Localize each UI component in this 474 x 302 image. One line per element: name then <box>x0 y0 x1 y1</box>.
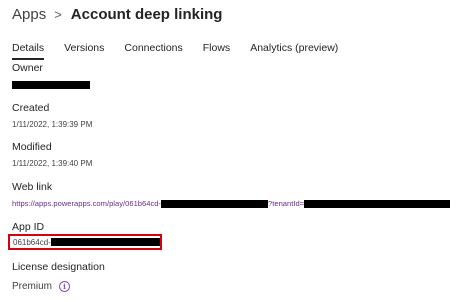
license-line: Premium i <box>12 281 71 292</box>
created-value: 1/11/2022, 1:39:39 PM <box>12 120 93 129</box>
owner-field: Owner <box>12 62 90 89</box>
modified-value: 1/11/2022, 1:39:40 PM <box>12 159 93 168</box>
page-title: Account deep linking <box>70 6 223 23</box>
appid-redaction <box>50 238 160 246</box>
license-label: License designation <box>12 261 105 273</box>
tab-details[interactable]: Details <box>12 42 45 60</box>
appid-label: App ID <box>12 221 45 233</box>
chevron-right-icon: > <box>54 7 62 22</box>
breadcrumb: Apps > Account deep linking <box>12 6 222 23</box>
tab-bar: Details Versions Connections Flows Analy… <box>12 42 358 60</box>
tab-flows[interactable]: Flows <box>203 42 230 58</box>
appid-value: 061b64cd- <box>13 237 51 247</box>
info-icon[interactable]: i <box>59 281 71 292</box>
owner-label: Owner <box>12 62 43 74</box>
breadcrumb-apps-link[interactable]: Apps <box>12 6 46 23</box>
tab-analytics[interactable]: Analytics (preview) <box>250 42 338 58</box>
appid-field: App ID 061b64cd- <box>8 221 162 250</box>
tab-versions[interactable]: Versions <box>64 42 104 58</box>
weblink-redaction-2 <box>304 199 451 208</box>
modified-label: Modified <box>12 141 52 153</box>
weblink-field: Web link https://apps.powerapps.com/play… <box>12 181 451 208</box>
weblink-tenant: ?tenantId= <box>268 199 305 208</box>
modified-field: Modified 1/11/2022, 1:39:40 PM <box>12 141 92 168</box>
license-value: Premium <box>12 281 53 292</box>
owner-redaction <box>12 81 90 89</box>
appid-highlight-box: 061b64cd- <box>8 234 162 250</box>
weblink-label: Web link <box>12 181 53 193</box>
tab-connections[interactable]: Connections <box>124 42 182 58</box>
weblink-link[interactable]: https://apps.powerapps.com/play/061b64cd… <box>12 199 451 208</box>
weblink-redaction-1 <box>161 199 269 208</box>
created-field: Created 1/11/2022, 1:39:39 PM <box>12 102 92 129</box>
created-label: Created <box>12 102 50 114</box>
license-field: License designation Premium i <box>12 261 105 292</box>
weblink-prefix: https://apps.powerapps.com/play/061b64cd… <box>12 199 162 208</box>
